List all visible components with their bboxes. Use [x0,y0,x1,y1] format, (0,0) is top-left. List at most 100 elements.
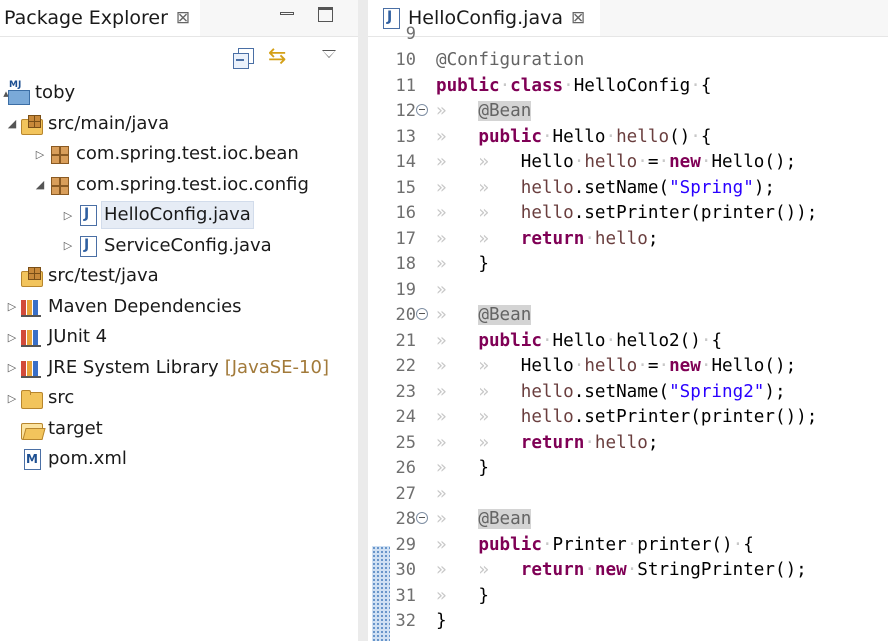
code-line[interactable]: 27 » [368,482,888,508]
code-text: » » hello.setPrinter(printer()); [436,407,818,427]
tree-item-src[interactable]: ▷ src [0,383,358,413]
code-line[interactable]: 18 » } [368,252,888,278]
code-line[interactable]: 26 » } [368,456,888,482]
tree-item-package-bean[interactable]: ▷ com.spring.test.ioc.bean [0,139,358,169]
tree-item-label: toby [35,82,76,103]
tree-item-junit[interactable]: ▷ JUnit 4 [0,322,358,352]
maximize-icon[interactable] [314,4,336,26]
tree-item-maven-dependencies[interactable]: ▷ Maven Dependencies [0,292,358,322]
expand-arrow-icon[interactable]: ◢ [6,117,18,130]
tree-item-jre-system-library[interactable]: ▷ JRE System Library [JavaSE-10] [0,353,358,383]
view-menu-icon[interactable] [322,50,336,58]
pom-file-icon [21,448,43,470]
code-line[interactable]: 21 » public·Hello·hello2()·{ [368,329,888,355]
code-text: public·class·HelloConfig·{ [436,75,712,96]
tree-item-src-main-java[interactable]: ◢ src/main/java [0,109,358,139]
tree-item-package-config[interactable]: ◢ com.spring.test.ioc.config [0,170,358,200]
code-line[interactable]: 10 @Configuration [368,48,888,74]
line-number: 19 [395,279,416,300]
java-file-icon [77,235,99,257]
package-icon [49,174,71,196]
line-number: 16 [395,203,416,223]
code-text: @Configuration [436,50,585,70]
code-line[interactable]: 32} [368,609,888,635]
expand-arrow-icon[interactable]: ▷ [62,209,74,222]
code-text: » [436,279,447,300]
code-area[interactable]: 9 10 @Configuration 11 public·class·HelloCo… [368,24,888,641]
code-line[interactable]: 15 » » hello.setName("Spring"); [368,176,888,202]
folder-icon [21,387,43,409]
code-line[interactable]: 22 » » Hello·hello·=·new·Hello(); [368,354,888,380]
fold-toggle-icon[interactable] [416,308,428,320]
tree-item-label: com.spring.test.ioc.bean [76,143,299,164]
fold-toggle-icon[interactable] [416,512,428,524]
tree-item-target[interactable]: target [0,414,358,444]
code-text: » » return·new·StringPrinter(); [436,560,807,580]
line-number: 24 [395,407,416,427]
tab-package-explorer[interactable]: Package Explorer ⊠ [0,0,200,36]
tree-item-label: Maven Dependencies [48,295,242,317]
view-divider[interactable] [358,0,368,641]
code-text: » } [436,254,489,274]
tree-item-label: com.spring.test.ioc.config [76,173,309,195]
line-number: 9 [405,24,416,44]
tree-item-label: ServiceConfig.java [104,234,272,256]
expand-arrow-icon[interactable]: ▷ [6,361,18,374]
line-number: 13 [395,126,416,147]
tree-item-pom-xml[interactable]: pom.xml [0,444,358,474]
code-line[interactable]: 29 » public·Printer·printer()·{ [368,533,888,559]
code-line[interactable]: 24 » » hello.setPrinter(printer()); [368,405,888,431]
tree-item-label: pom.xml [48,448,127,469]
tree-item-label: target [48,417,103,439]
code-line[interactable]: 12 » @Bean [368,99,888,125]
tab-title: HelloConfig.java [408,7,563,29]
code-line[interactable]: 28 » @Bean [368,507,888,533]
close-icon[interactable]: ⊠ [571,8,585,28]
tree-item-label: JUnit 4 [48,326,108,347]
jre-version-decoration: [JavaSE-10] [224,357,329,378]
code-line[interactable]: 30 » » return·new·StringPrinter(); [368,558,888,584]
tree-item-src-test-java[interactable]: src/test/java [0,261,358,291]
expand-arrow-icon[interactable]: ▷ [34,148,46,161]
close-icon[interactable]: ⊠ [176,8,190,28]
expand-arrow-icon[interactable]: ◢ [34,178,46,191]
line-number: 26 [395,458,416,478]
code-text: » @Bean [436,509,532,529]
code-text: » » return·hello; [436,432,659,453]
code-line[interactable]: 20 » @Bean [368,303,888,329]
fold-toggle-icon[interactable] [416,104,428,116]
code-text: » @Bean [436,101,532,121]
code-line[interactable]: 19 » [368,278,888,304]
line-number: 28 [395,509,416,529]
code-text: » } [436,585,489,606]
line-number: 32 [395,611,416,631]
minimize-icon[interactable] [276,4,298,26]
line-number: 15 [395,177,416,198]
link-with-editor-icon[interactable]: ⇆ [268,46,286,68]
line-number: 27 [395,483,416,504]
code-line[interactable]: 11 public·class·HelloConfig·{ [368,74,888,100]
code-line[interactable]: 23 » » hello.setName("Spring2"); [368,380,888,406]
expand-arrow-icon[interactable]: ▷ [62,239,74,252]
code-line[interactable]: 13 » public·Hello·hello()·{ [368,125,888,151]
code-text: » » return·hello; [436,228,659,249]
expand-arrow-icon[interactable]: ▷ [6,300,18,313]
library-icon [21,296,43,318]
source-folder-icon [21,113,43,135]
expand-arrow-icon[interactable]: ▷ [6,392,18,405]
code-line[interactable]: 16 » » hello.setPrinter(printer()); [368,201,888,227]
tree-item-label: src/test/java [48,265,159,286]
code-text: » public·Printer·printer()·{ [436,534,754,555]
code-line[interactable]: 14 » » Hello·hello·=·new·Hello(); [368,150,888,176]
tree-item-label: src [48,387,75,408]
tree-item-toby[interactable]: ▴ toby [0,78,358,108]
code-line[interactable]: 31 » } [368,584,888,610]
tree-item-helloconfig-java[interactable]: ▷ HelloConfig.java [0,200,358,230]
tree-item-label: JRE System Library [48,356,219,378]
tree-item-serviceconfig-java[interactable]: ▷ ServiceConfig.java [0,231,358,261]
code-line[interactable]: 25 » » return·hello; [368,431,888,457]
code-line[interactable]: 17 » » return·hello; [368,227,888,253]
expand-arrow-icon[interactable]: ▷ [6,331,18,344]
package-icon [49,143,71,165]
collapse-all-icon[interactable] [232,48,254,70]
